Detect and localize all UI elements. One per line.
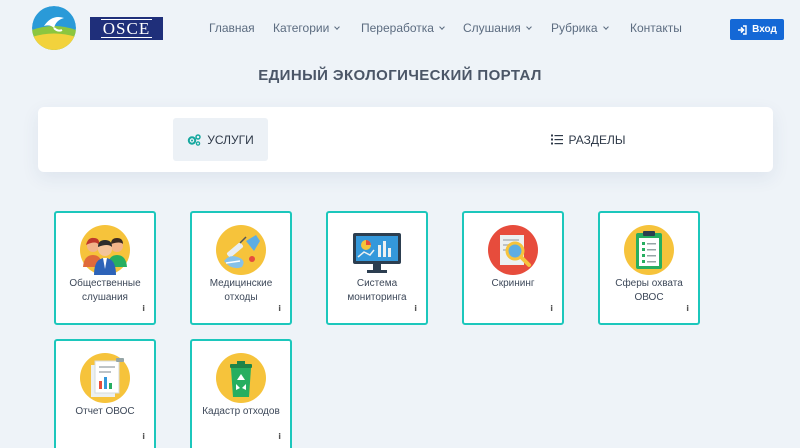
login-button[interactable]: Вход [730,19,784,40]
list-icon [550,134,563,145]
info-icon[interactable]: i [142,304,145,313]
tile-label: Отчет ОВОС [75,406,135,417]
tile-medical-waste[interactable]: Медицинские отходы i [190,211,292,325]
tile-label: Сферы охвата ОВОС [615,278,683,303]
info-icon[interactable]: i [414,304,417,313]
nav-item-label: Контакты [630,21,682,35]
tab-label: УСЛУГИ [207,132,254,147]
nav-item-label: Переработка [361,21,434,35]
sign-in-icon [738,24,747,35]
nav-item-recycling[interactable]: Переработка [361,21,463,35]
nav-item-hearings[interactable]: Слушания [463,21,551,35]
main-nav: Главная Категории Переработка Слушания Р… [209,21,682,35]
tile-label: Кадастр отходов [202,406,280,417]
tile-ovos-scope[interactable]: Сферы охвата ОВОС i [598,211,700,325]
osce-logo-text: OSCE [100,19,153,38]
header: OSCE Главная Категории Переработка Слуша… [0,0,800,58]
osce-logo[interactable]: OSCE [90,17,163,40]
nav-item-label: Слушания [463,21,521,35]
tab-services[interactable]: УСЛУГИ [173,118,268,161]
tab-sections[interactable]: РАЗДЕЛЫ [538,118,638,161]
info-icon[interactable]: i [142,432,145,441]
info-icon[interactable]: i [550,304,553,313]
chevron-down-icon [525,24,532,30]
nav-item-contacts[interactable]: Контакты [630,21,682,35]
report-icon [80,353,130,403]
portal-logo-icon[interactable] [32,6,76,50]
tile-public-hearings[interactable]: Общественные слушания i [54,211,156,325]
tile-label: Скрининг [491,278,535,289]
info-icon[interactable]: i [278,304,281,313]
tile-screening[interactable]: Скрининг i [462,211,564,325]
tile-label: Медицинские отходы [209,278,273,303]
medical-waste-icon [216,225,266,275]
login-label: Вход [752,24,777,35]
nav-item-label: Главная [209,21,255,35]
gears-icon [188,133,201,146]
tile-monitoring-system[interactable]: Система мониторинга i [326,211,428,325]
nav-item-categories[interactable]: Категории [273,21,361,35]
nav-item-home[interactable]: Главная [209,21,273,35]
tile-label: Система мониторинга [347,278,407,303]
nav-item-rubric[interactable]: Рубрика [551,21,630,35]
chevron-down-icon [334,24,341,30]
tile-ovos-report[interactable]: Отчет ОВОС i [54,339,156,448]
info-icon[interactable]: i [686,304,689,313]
info-icon[interactable]: i [278,432,281,441]
chevron-down-icon [602,24,609,30]
monitor-chart-icon [352,225,402,275]
recycle-bin-icon [216,353,266,403]
chevron-down-icon [439,24,445,30]
tile-waste-cadastre[interactable]: Кадастр отходов i [190,339,292,448]
nav-item-label: Рубрика [551,21,598,35]
tile-label: Общественные слушания [69,278,141,303]
tab-label: РАЗДЕЛЫ [568,132,626,147]
clipboard-icon [624,225,674,275]
nav-item-label: Категории [273,21,330,35]
page-title: ЕДИНЫЙ ЭКОЛОГИЧЕСКИЙ ПОРТАЛ [258,67,542,84]
magnifier-icon [488,225,538,275]
tab-bar: УСЛУГИ РАЗДЕЛЫ [38,107,773,172]
people-icon [80,225,130,275]
